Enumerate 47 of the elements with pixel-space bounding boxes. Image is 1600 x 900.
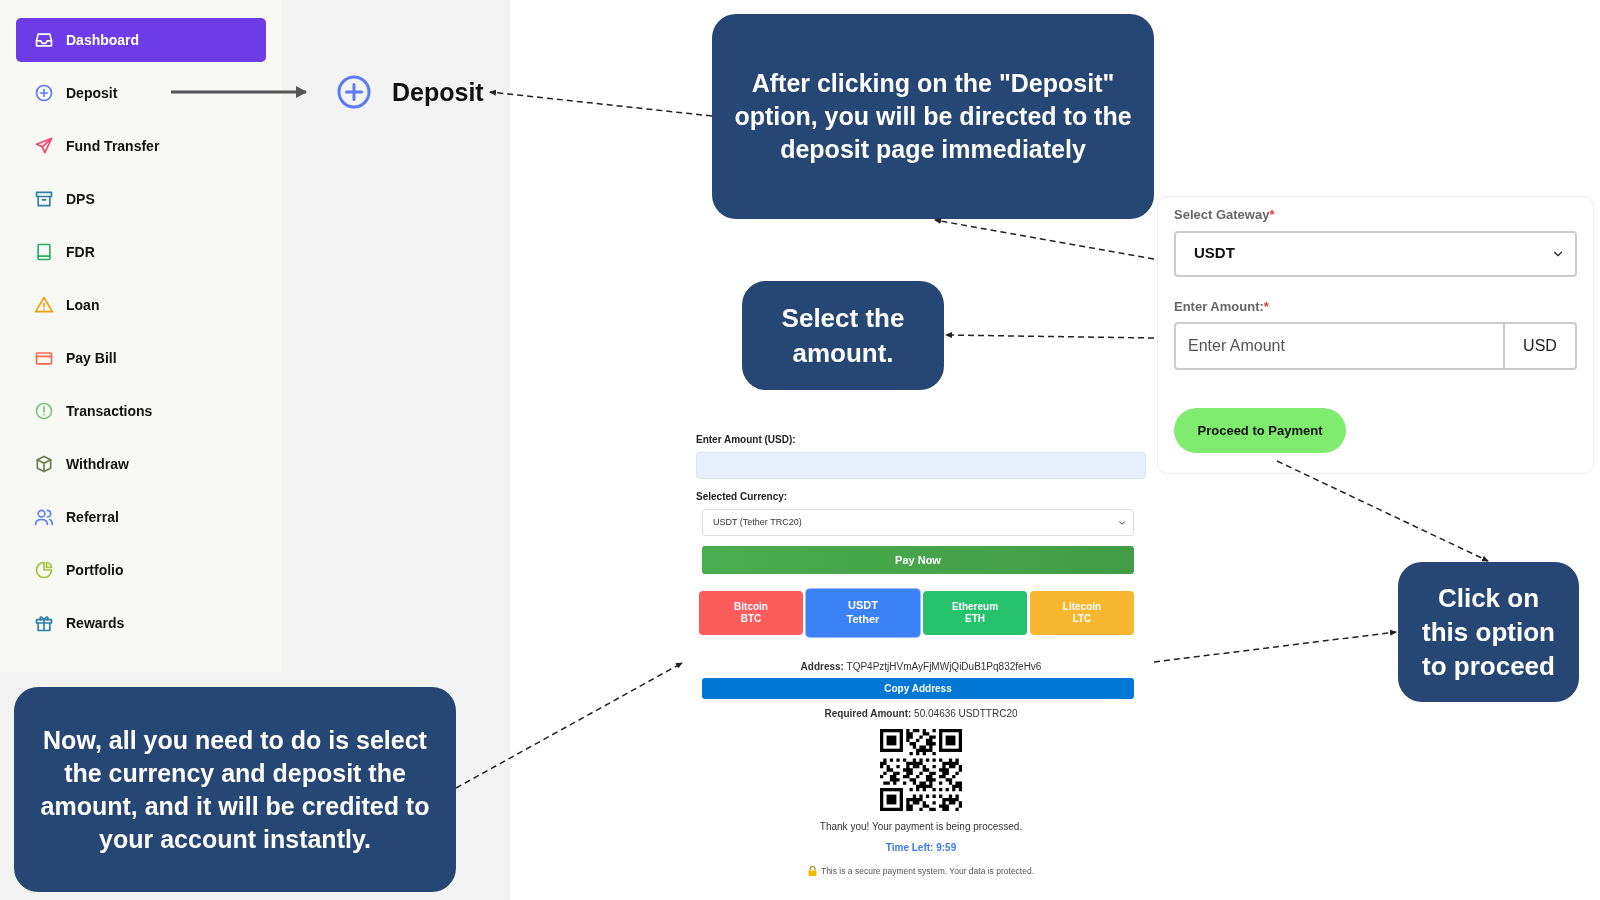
cube-icon bbox=[34, 454, 54, 474]
sidebar-item[interactable]: Transactions bbox=[16, 389, 266, 433]
currency-button[interactable]: USDT Tether bbox=[806, 589, 920, 637]
gateway-select[interactable]: USDT bbox=[1174, 230, 1577, 277]
book-icon bbox=[34, 242, 54, 262]
plus-circle-icon bbox=[34, 83, 54, 103]
field-label: Select Gateway* bbox=[1174, 206, 1276, 224]
callout: Select the amount. bbox=[742, 281, 944, 390]
amount-field[interactable] bbox=[696, 452, 1146, 479]
sidebar-item[interactable]: Dashboard bbox=[16, 18, 266, 62]
plus-circle-icon bbox=[336, 74, 372, 110]
currency-select[interactable]: USDT (Tether TRC20) bbox=[702, 509, 1134, 536]
sidebar-item[interactable]: Loan bbox=[16, 283, 266, 327]
sidebar-item[interactable]: Fund Transfer bbox=[16, 124, 266, 168]
sidebar-item[interactable]: Withdraw bbox=[16, 442, 266, 486]
users-icon bbox=[34, 507, 54, 527]
field-label: Enter Amount:* bbox=[1174, 297, 1270, 316]
page-title: Deposit bbox=[392, 77, 484, 107]
sidebar-item[interactable]: Portfolio bbox=[16, 548, 266, 592]
sidebar-item[interactable]: Deposit bbox=[16, 71, 266, 115]
lock-icon bbox=[807, 866, 817, 877]
callout: Click on this option to proceed bbox=[1398, 562, 1579, 702]
callout: Now, all you need to do is select the currency and deposit the amount, and it will be credited to your account instantly. bbox=[14, 687, 456, 892]
pie-chart-icon bbox=[34, 560, 54, 580]
warning-icon bbox=[34, 295, 54, 315]
sidebar-item[interactable]: Pay Bill bbox=[16, 336, 266, 380]
send-icon bbox=[34, 136, 54, 156]
sidebar-item[interactable]: FDR bbox=[16, 230, 266, 274]
required-amount-text: Required Amount: 50.04636 USDTTRC20 bbox=[823, 707, 1019, 721]
amount-field[interactable]: Enter Amount USD bbox=[1174, 322, 1577, 370]
status-text: Thank you! Your payment is being processed. bbox=[818, 820, 1024, 834]
field-label: Selected Currency: bbox=[696, 490, 789, 504]
alert-circle-icon bbox=[34, 401, 54, 421]
callout: After clicking on the "Deposit" option, you will be directed to the deposit page immediately bbox=[712, 14, 1154, 219]
sidebar-item[interactable]: Rewards bbox=[16, 601, 266, 645]
address-text: Address: TQP4PztjHVmAyFjMWjQiDuB1Pq832feHv6 bbox=[799, 660, 1043, 674]
inbox-icon bbox=[34, 30, 54, 50]
security-note: This is a secure payment system. Your data is protected. bbox=[820, 865, 1035, 878]
copy-address-button[interactable]: Copy Address bbox=[702, 678, 1134, 699]
unit-label: USD bbox=[1522, 336, 1558, 356]
sidebar-item[interactable]: Referral bbox=[16, 495, 266, 539]
sidebar-item[interactable]: DPS bbox=[16, 177, 266, 221]
field-label: Enter Amount (USD): bbox=[696, 433, 797, 447]
gift-icon bbox=[34, 613, 54, 633]
proceed-button[interactable]: Proceed to Payment bbox=[1174, 408, 1346, 453]
timer-text: Time Left: 9:59 bbox=[884, 841, 958, 855]
archive-icon bbox=[34, 189, 54, 209]
